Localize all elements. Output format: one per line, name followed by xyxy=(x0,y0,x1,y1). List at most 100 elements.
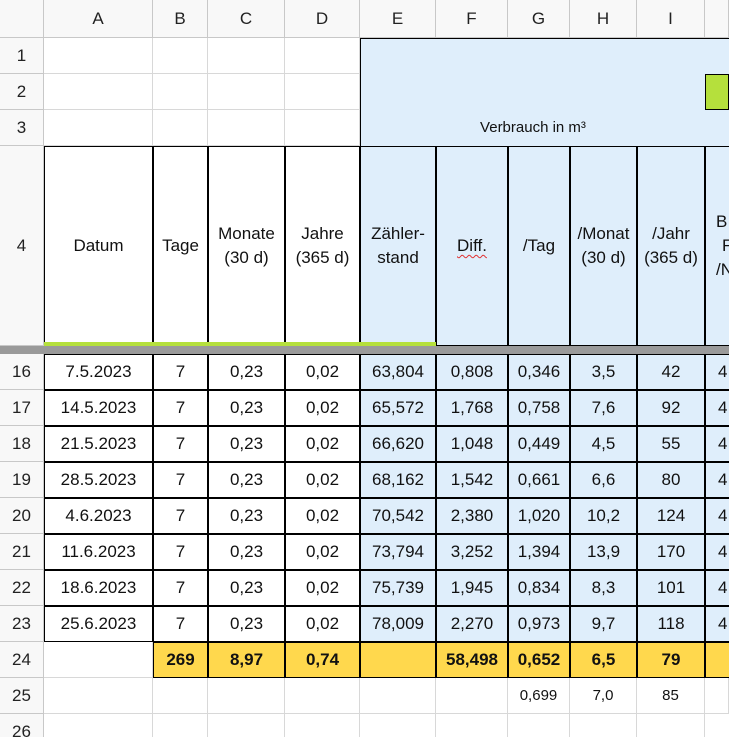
cell-a26[interactable] xyxy=(44,714,153,737)
header-tage[interactable]: Tage xyxy=(153,146,208,346)
cell-tag-row20[interactable]: 1,020 xyxy=(508,498,570,534)
column-header-i[interactable]: I xyxy=(637,0,705,38)
cell-j-row19[interactable]: 4 xyxy=(705,462,729,498)
row-header-21[interactable]: 21 xyxy=(0,534,44,570)
cell-monat-row18[interactable]: 4,5 xyxy=(570,426,637,462)
cell-tag-row19[interactable]: 0,661 xyxy=(508,462,570,498)
cell-d26[interactable] xyxy=(285,714,360,737)
column-header-h[interactable]: H xyxy=(570,0,637,38)
cell-zaehler-row16[interactable]: 63,804 xyxy=(360,354,436,390)
cell-jahr-row18[interactable]: 55 xyxy=(637,426,705,462)
cell-j-row22[interactable]: 4 xyxy=(705,570,729,606)
total-diff[interactable]: 58,498 xyxy=(436,642,508,678)
cell-a1[interactable] xyxy=(44,38,153,74)
header-datum[interactable]: Datum xyxy=(44,146,153,346)
cell-d3[interactable] xyxy=(285,110,360,146)
cell-tag-row16[interactable]: 0,346 xyxy=(508,354,570,390)
cell-a24[interactable] xyxy=(44,642,153,678)
cell-jahr-row23[interactable]: 118 xyxy=(637,606,705,642)
header-zaehlerstand[interactable]: Zähler- stand xyxy=(360,146,436,346)
cell-monat-row16[interactable]: 3,5 xyxy=(570,354,637,390)
cell-datum-row17[interactable]: 14.5.2023 xyxy=(44,390,153,426)
header-diff[interactable]: Diff. xyxy=(436,146,508,346)
cell-e26[interactable] xyxy=(360,714,436,737)
select-all-corner[interactable] xyxy=(0,0,44,38)
cell-diff-row22[interactable]: 1,945 xyxy=(436,570,508,606)
cell-datum-row19[interactable]: 28.5.2023 xyxy=(44,462,153,498)
total-jahre[interactable]: 0,74 xyxy=(285,642,360,678)
cell-j-row17[interactable]: 4 xyxy=(705,390,729,426)
cell-tag-row17[interactable]: 0,758 xyxy=(508,390,570,426)
cell-h26[interactable] xyxy=(570,714,637,737)
row-header-20[interactable]: 20 xyxy=(0,498,44,534)
column-header-e[interactable]: E xyxy=(360,0,436,38)
cell-jahr-row22[interactable]: 101 xyxy=(637,570,705,606)
cell-j-row21[interactable]: 4 xyxy=(705,534,729,570)
row-header-17[interactable]: 17 xyxy=(0,390,44,426)
cell-zaehler-row17[interactable]: 65,572 xyxy=(360,390,436,426)
cell-j25[interactable] xyxy=(705,678,729,714)
cell-f25[interactable] xyxy=(436,678,508,714)
row-header-23[interactable]: 23 xyxy=(0,606,44,642)
row-header-26[interactable]: 26 xyxy=(0,714,44,737)
cell-diff-row20[interactable]: 2,380 xyxy=(436,498,508,534)
cell-c25[interactable] xyxy=(208,678,285,714)
cell-datum-row21[interactable]: 11.6.2023 xyxy=(44,534,153,570)
cell-zaehler-row21[interactable]: 73,794 xyxy=(360,534,436,570)
cell-monate-row21[interactable]: 0,23 xyxy=(208,534,285,570)
cell-a25[interactable] xyxy=(44,678,153,714)
cell-monat-row23[interactable]: 9,7 xyxy=(570,606,637,642)
total-jahr[interactable]: 79 xyxy=(637,642,705,678)
total-tage[interactable]: 269 xyxy=(153,642,208,678)
cell-diff-row19[interactable]: 1,542 xyxy=(436,462,508,498)
cell-g26[interactable] xyxy=(508,714,570,737)
cell-c1[interactable] xyxy=(208,38,285,74)
cell-jahre-row20[interactable]: 0,02 xyxy=(285,498,360,534)
cell-j2[interactable] xyxy=(705,74,729,110)
column-header-j[interactable] xyxy=(705,0,729,38)
cell-c2[interactable] xyxy=(208,74,285,110)
cell-b25[interactable] xyxy=(153,678,208,714)
cell-f26[interactable] xyxy=(436,714,508,737)
cell-jahr-row17[interactable]: 92 xyxy=(637,390,705,426)
cell-monate-row23[interactable]: 0,23 xyxy=(208,606,285,642)
cell-tag-row23[interactable]: 0,973 xyxy=(508,606,570,642)
cell-tag-row21[interactable]: 1,394 xyxy=(508,534,570,570)
cell-tage-row20[interactable]: 7 xyxy=(153,498,208,534)
column-header-d[interactable]: D xyxy=(285,0,360,38)
cell-tage-row16[interactable]: 7 xyxy=(153,354,208,390)
cell-zaehler-row19[interactable]: 68,162 xyxy=(360,462,436,498)
row-header-19[interactable]: 19 xyxy=(0,462,44,498)
cell-b26[interactable] xyxy=(153,714,208,737)
cell-monate-row18[interactable]: 0,23 xyxy=(208,426,285,462)
cell-monat-row20[interactable]: 10,2 xyxy=(570,498,637,534)
cell-zaehler-row22[interactable]: 75,739 xyxy=(360,570,436,606)
cell-tag-row22[interactable]: 0,834 xyxy=(508,570,570,606)
row-header-25[interactable]: 25 xyxy=(0,678,44,714)
cell-datum-row22[interactable]: 18.6.2023 xyxy=(44,570,153,606)
cell-zaehler-row20[interactable]: 70,542 xyxy=(360,498,436,534)
header-monat[interactable]: /Monat (30 d) xyxy=(570,146,637,346)
header-j-partial[interactable]: B F /N xyxy=(705,146,729,346)
cell-e25[interactable] xyxy=(360,678,436,714)
cell-jahre-row19[interactable]: 0,02 xyxy=(285,462,360,498)
row-header-24[interactable]: 24 xyxy=(0,642,44,678)
cell-tag-row18[interactable]: 0,449 xyxy=(508,426,570,462)
cell-tage-row22[interactable]: 7 xyxy=(153,570,208,606)
cell-tage-row18[interactable]: 7 xyxy=(153,426,208,462)
row-header-4[interactable]: 4 xyxy=(0,146,44,346)
cell-j1[interactable] xyxy=(705,38,729,74)
cell-j-row16[interactable]: 4 xyxy=(705,354,729,390)
cell-c26[interactable] xyxy=(208,714,285,737)
column-header-b[interactable]: B xyxy=(153,0,208,38)
cell-jahre-row22[interactable]: 0,02 xyxy=(285,570,360,606)
cell-tage-row21[interactable]: 7 xyxy=(153,534,208,570)
cell-jahre-row18[interactable]: 0,02 xyxy=(285,426,360,462)
row-header-2[interactable]: 2 xyxy=(0,74,44,110)
cell-monate-row16[interactable]: 0,23 xyxy=(208,354,285,390)
cell-j-row20[interactable]: 4 xyxy=(705,498,729,534)
header-jahre[interactable]: Jahre (365 d) xyxy=(285,146,360,346)
cell-monat-row22[interactable]: 8,3 xyxy=(570,570,637,606)
cell-jahr-row16[interactable]: 42 xyxy=(637,354,705,390)
column-header-c[interactable]: C xyxy=(208,0,285,38)
